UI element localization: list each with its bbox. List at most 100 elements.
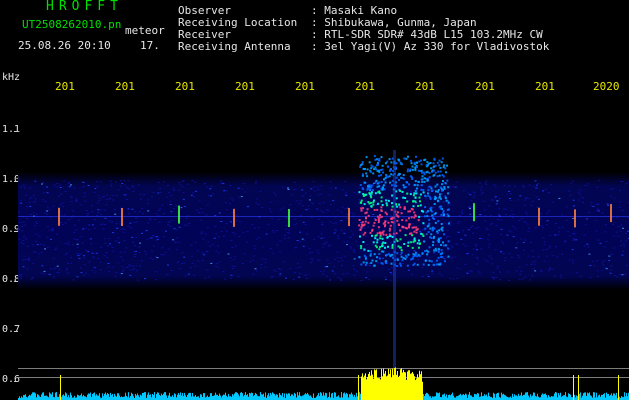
- ref-line: [18, 377, 629, 378]
- spectrogram-pixel: [107, 238, 110, 240]
- power-trace: [55, 392, 56, 400]
- power-peak: [412, 371, 413, 400]
- echo-pixel: [380, 174, 382, 177]
- spectrogram-pixel: [538, 198, 540, 200]
- spectrogram-pixel: [141, 232, 144, 234]
- spectrogram-pixel: [218, 236, 221, 237]
- spectrogram-pixel: [518, 266, 521, 268]
- spectrogram-pixel: [92, 257, 95, 259]
- power-trace: [190, 392, 191, 400]
- echo-pixel: [381, 168, 384, 171]
- power-trace: [21, 396, 22, 400]
- power-trace: [607, 394, 608, 400]
- power-trace: [475, 394, 476, 400]
- power-peak: [366, 379, 367, 400]
- spectrogram-pixel: [160, 254, 163, 255]
- echo-pixel: [381, 188, 384, 191]
- power-trace: [258, 396, 259, 400]
- power-trace: [180, 392, 181, 400]
- power-trace: [64, 395, 65, 400]
- spectrogram-pixel: [413, 242, 416, 244]
- spectrogram-pixel: [527, 255, 530, 257]
- spectrogram-pixel: [88, 229, 91, 230]
- echo-pixel: [378, 157, 381, 160]
- spectrogram-pixel: [175, 205, 178, 207]
- spectrogram-pixel: [56, 265, 59, 267]
- echo-pixel: [440, 161, 443, 164]
- spectrogram-pixel: [259, 190, 262, 192]
- spectrogram-pixel: [63, 214, 66, 216]
- spectrogram-pixel: [349, 246, 352, 248]
- power-peak: [408, 370, 409, 400]
- power-trace: [95, 395, 96, 400]
- echo-pixel: [410, 162, 413, 165]
- spectrogram-pixel: [382, 257, 384, 259]
- spectrogram-pixel: [230, 197, 233, 199]
- y-tick: [14, 181, 18, 182]
- spectrogram-pixel: [479, 214, 482, 215]
- spectrogram-pixel: [492, 278, 495, 280]
- spectrogram-pixel: [261, 246, 264, 248]
- spectrogram-pixel: [240, 188, 243, 190]
- spectrogram-pixel: [73, 232, 76, 233]
- echo-pixel: [418, 196, 421, 199]
- echo-pixel: [385, 199, 388, 202]
- echo-pixel: [412, 200, 415, 203]
- spectrogram-pixel: [107, 263, 110, 264]
- spectrogram-pixel: [210, 185, 213, 187]
- power-peak: [402, 372, 403, 400]
- power-trace: [577, 396, 578, 400]
- spectrogram-pixel: [43, 270, 46, 272]
- spectrogram-pixel: [494, 196, 497, 198]
- spectrogram-pixel: [352, 250, 355, 252]
- power-trace: [604, 393, 605, 400]
- power-trace: [317, 395, 318, 400]
- spectrogram-pixel: [171, 220, 174, 222]
- spectrogram-pixel: [206, 186, 209, 188]
- spectrogram-pixel: [410, 191, 412, 193]
- echo-pixel: [368, 161, 371, 164]
- power-peak: [421, 371, 422, 400]
- power-trace: [121, 396, 122, 400]
- spectrogram-pixel: [312, 203, 315, 205]
- echo-pixel: [368, 184, 371, 187]
- spectrogram-pixel: [518, 256, 521, 258]
- spectrogram-pixel: [325, 209, 328, 211]
- power-trace: [608, 393, 609, 400]
- spectrogram-pixel: [377, 229, 380, 230]
- power-peak: [380, 379, 381, 400]
- echo-pixel: [358, 256, 361, 259]
- header: HROFFT UT2508262010.pn meteor 25.08.26 2…: [0, 0, 629, 75]
- spectrogram-pixel: [197, 260, 199, 262]
- spectrogram-pixel: [22, 243, 25, 245]
- spectrogram-pixel: [487, 234, 490, 236]
- spectrogram-pixel: [44, 201, 47, 202]
- spectrogram-pixel: [480, 189, 482, 191]
- echo-pixel: [384, 246, 386, 249]
- spectrogram-pixel: [595, 230, 598, 232]
- spectrogram-pixel: [76, 247, 79, 248]
- power-trace: [532, 395, 533, 400]
- echo-pixel: [429, 227, 432, 230]
- power-trace: [625, 396, 626, 400]
- spectrogram-pixel: [491, 199, 493, 201]
- spectrogram-pixel: [299, 200, 302, 202]
- echo-column: [393, 150, 396, 400]
- echo-pixel: [406, 192, 409, 195]
- spectrogram-pixel: [20, 277, 23, 279]
- echo-pixel: [360, 209, 363, 212]
- echo-pixel: [428, 259, 431, 262]
- echo-pixel: [359, 235, 361, 238]
- spectrogram-pixel: [191, 180, 194, 181]
- power-trace: [303, 395, 304, 400]
- power-trace: [136, 395, 137, 400]
- power-trace: [97, 395, 98, 400]
- spectrogram-pixel: [493, 277, 496, 279]
- echo-pixel: [420, 188, 423, 191]
- echo-pixel: [432, 162, 435, 165]
- echo-pixel: [440, 213, 443, 216]
- spectrogram-pixel: [585, 218, 588, 220]
- power-trace: [521, 392, 522, 400]
- spectrogram-pixel: [427, 187, 429, 189]
- echo-pixel: [379, 246, 382, 248]
